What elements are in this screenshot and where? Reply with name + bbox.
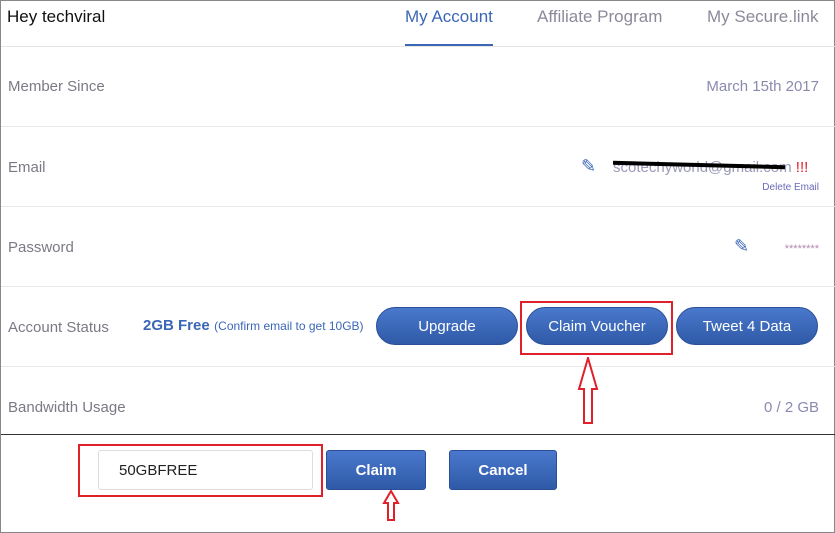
greeting: Hey techviral [7, 7, 106, 26]
email-warning: !!! [795, 159, 809, 176]
tab-my-account[interactable]: My Account [405, 7, 493, 46]
email-label: Email [8, 159, 46, 176]
password-row: Password ✎ ******** [1, 207, 835, 287]
tab-my-secure-link[interactable]: My Secure.link [707, 7, 818, 27]
cancel-button[interactable]: Cancel [449, 450, 557, 490]
plan-name: 2GB Free [143, 317, 210, 334]
tab-affiliate-program[interactable]: Affiliate Program [537, 7, 662, 27]
account-status-row: Account Status 2GB Free (Confirm email t… [1, 287, 835, 367]
bandwidth-label: Bandwidth Usage [8, 399, 126, 416]
upgrade-button[interactable]: Upgrade [376, 307, 518, 345]
up-arrow-icon [577, 357, 599, 424]
bandwidth-row: Bandwidth Usage 0 / 2 GB [1, 367, 835, 435]
plan-info: 2GB Free (Confirm email to get 10GB) [143, 317, 364, 335]
annotation-box-claim-voucher [520, 301, 673, 355]
member-since-row: Member Since March 15th 2017 [1, 47, 835, 127]
claim-button[interactable]: Claim [326, 450, 426, 490]
plan-note: (Confirm email to get 10GB) [214, 319, 364, 333]
password-label: Password [8, 239, 74, 256]
delete-email-link[interactable]: Delete Email [762, 182, 819, 193]
member-since-label: Member Since [8, 78, 105, 95]
account-status-label: Account Status [8, 319, 109, 336]
tweet-4-data-button[interactable]: Tweet 4 Data [676, 307, 818, 345]
annotation-box-voucher-input [78, 444, 323, 497]
edit-email-pencil-icon[interactable]: ✎ [581, 156, 596, 177]
bandwidth-value: 0 / 2 GB [763, 399, 819, 416]
password-value: ******** [784, 243, 819, 255]
top-nav: Hey techviral My Account Affiliate Progr… [1, 1, 835, 47]
edit-password-pencil-icon[interactable]: ✎ [734, 236, 749, 257]
up-arrow-icon [382, 490, 400, 521]
member-since-value: March 15th 2017 [706, 78, 819, 95]
email-row: Email ✎ scotechyworld@gmail.com !!! Dele… [1, 127, 835, 207]
